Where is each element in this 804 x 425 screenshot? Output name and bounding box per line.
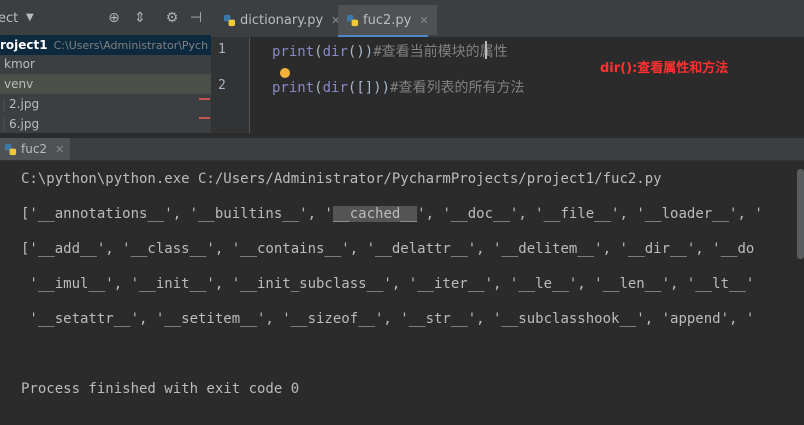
close-icon[interactable]: ✕ [55,143,64,156]
code-editor[interactable]: 1 2 print(dir())#查看当前模块的属性 print(dir([])… [211,37,804,133]
tree-item[interactable]: | 6.jpg [2,114,39,133]
tree-item[interactable]: venv [0,74,211,94]
text-cursor [485,41,487,59]
tree-item-label: 2.jpg [9,97,40,111]
run-tab-label: fuc2 [21,142,48,156]
project-toolbar: ect ▼ ⊕ ⇕ ⚙ ⊣ [0,0,211,38]
line-number: 1 [218,42,226,57]
console-text: ', '__doc__', '__file__', '__loader__', … [417,206,763,222]
lightbulb-icon[interactable] [280,68,290,78]
editor-tabs: dictionary.py ✕ fuc2.py ✕ [211,0,804,38]
line-number: 2 [218,78,226,93]
console-line: C:\python\python.exe C:/Users/Administra… [21,171,662,187]
tab-label: fuc2.py [363,12,412,28]
tree-item-project-root[interactable]: roject1 C:\Users\Administrator\Pych [0,35,211,55]
code-text: ()) [347,44,374,60]
run-console[interactable]: C:\python\python.exe C:/Users/Administra… [0,161,804,425]
error-marker [199,98,210,100]
tab-dictionary-py[interactable]: dictionary.py ✕ [223,7,340,33]
project-root-path: C:\Users\Administrator\Pych [53,38,209,52]
tree-item-label: 6.jpg [9,117,40,131]
hide-panel-icon[interactable]: ⊣ [188,10,204,26]
code-comment: #查看当前模块的属性 [373,44,508,60]
code-keyword: print [272,44,315,60]
project-view-title[interactable]: ect [0,11,18,26]
console-highlight: __cached__ [332,206,418,222]
console-text: ['__annotations__', '__builtins__', ' [21,206,333,222]
scrollbar[interactable] [797,169,804,259]
run-tab-fuc2[interactable]: fuc2 ✕ [0,138,71,160]
tree-guide: | [2,117,7,131]
console-line: Process finished with exit code 0 [21,381,300,397]
project-panel: ect ▼ ⊕ ⇕ ⚙ ⊣ roject1 C:\Users\Administr… [0,0,211,133]
console-line: '__setattr__', '__setitem__', '__sizeof_… [21,311,755,327]
console-line: ['__annotations__', '__builtins__', '__c… [21,206,763,222]
error-marker [199,117,210,119]
console-line: '__imul__', '__init__', '__init_subclass… [21,276,755,292]
close-icon[interactable]: ✕ [419,14,428,27]
code-keyword: print [272,80,315,96]
chevron-down-icon[interactable]: ▼ [26,12,34,23]
tree-item[interactable]: kmor [4,54,35,74]
code-line[interactable]: print(dir([]))#查看列表的所有方法 [272,77,524,97]
python-file-icon [223,14,236,26]
code-line[interactable]: print(dir())#查看当前模块的属性 [272,41,508,61]
code-comment: #查看列表的所有方法 [390,80,525,96]
code-text: ( [314,80,323,96]
tree-guide: | [2,97,7,111]
code-text: ( [314,44,323,60]
run-panel-header: fuc2 ✕ [0,138,804,161]
line-gutter: 1 2 [211,37,250,133]
tab-label: dictionary.py [240,12,324,28]
annotation-note: dir():查看属性和方法 [600,61,729,76]
python-file-icon [4,143,17,155]
code-keyword: dir [322,80,348,96]
gear-icon[interactable]: ⚙ [164,10,180,26]
code-keyword: dir [322,44,348,60]
python-file-icon [346,14,359,26]
console-line: ['__add__', '__class__', '__contains__',… [21,241,755,257]
code-text: ([])) [347,80,391,96]
tree-item[interactable]: | 2.jpg [2,94,39,114]
tab-fuc2-py[interactable]: fuc2.py ✕ [338,5,437,35]
project-root-name: roject1 [0,38,48,52]
collapse-all-icon[interactable]: ⇕ [132,10,148,26]
locate-icon[interactable]: ⊕ [106,10,122,26]
